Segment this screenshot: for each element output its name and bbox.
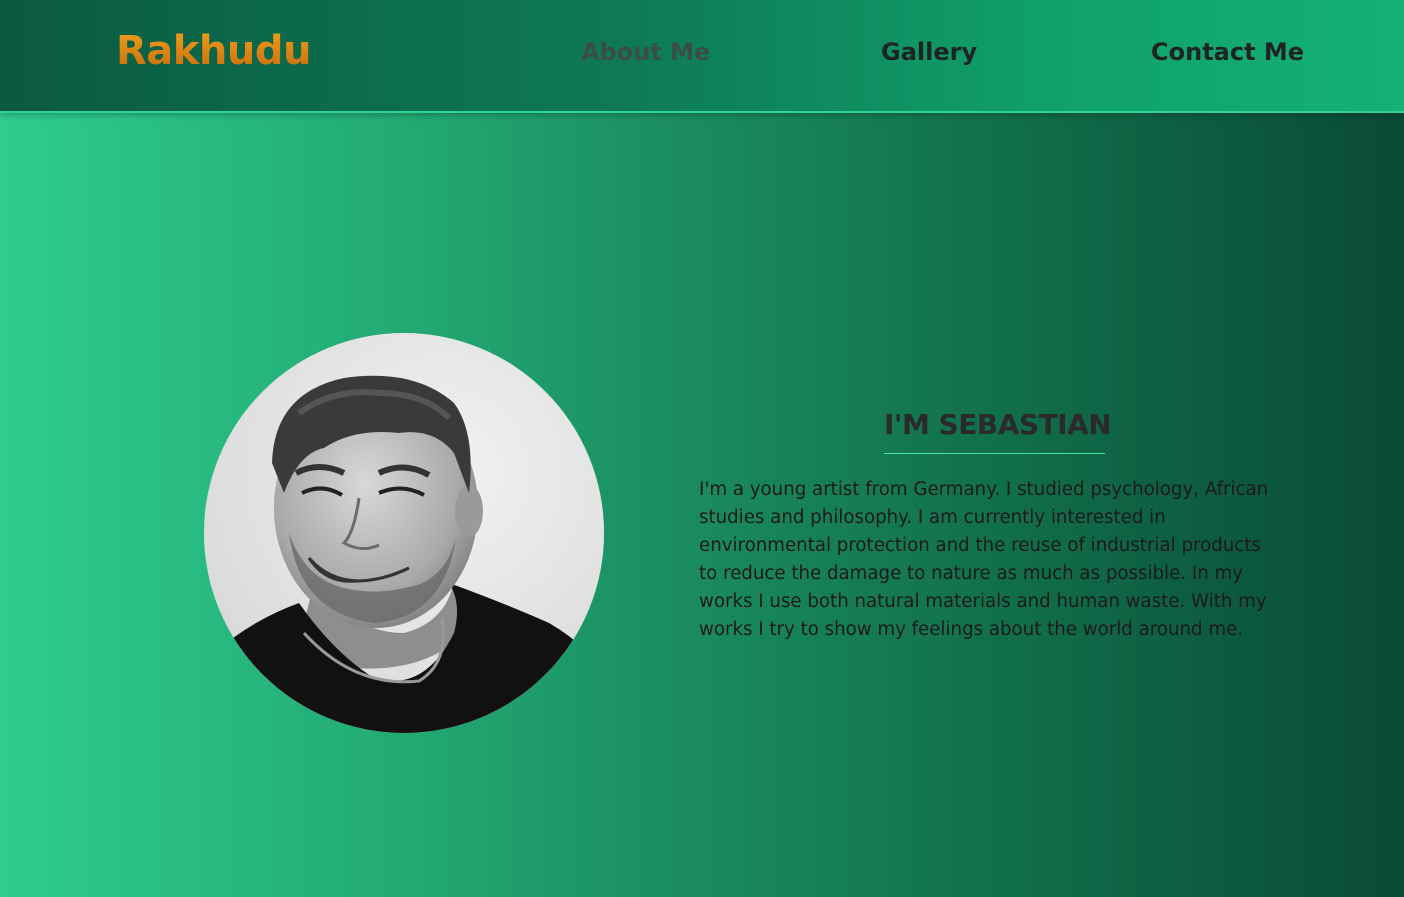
portrait-photo-icon	[204, 333, 604, 733]
profile-bio: I'm a young artist from Germany. I studi…	[699, 479, 1269, 640]
profile-heading: I'M SEBASTIAN	[884, 408, 1112, 441]
nav-gallery-link[interactable]: Gallery	[881, 38, 977, 66]
profile-photo	[204, 333, 604, 733]
navbar: Rakhudu About Me Gallery Contact Me	[0, 0, 1404, 113]
site-logo[interactable]: Rakhudu	[116, 28, 311, 74]
heading-underline	[884, 453, 1105, 454]
nav-about-me-link[interactable]: About Me	[581, 38, 710, 66]
page: Rakhudu About Me Gallery Contact Me I'M …	[0, 0, 1404, 897]
nav-contact-me-link[interactable]: Contact Me	[1151, 38, 1304, 66]
